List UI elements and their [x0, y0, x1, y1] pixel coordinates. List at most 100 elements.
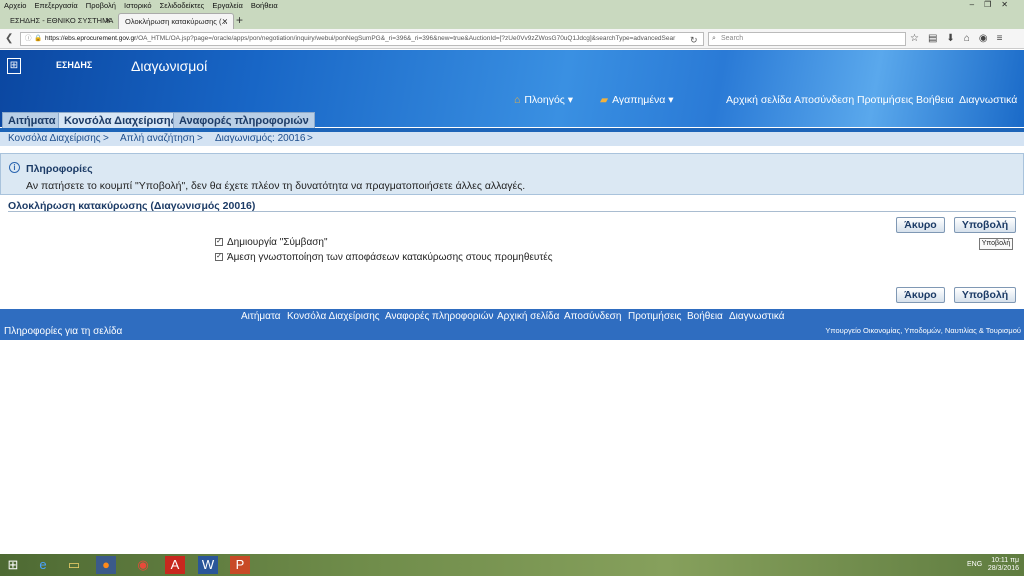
brand-name: ΕΣΗΔΗΣ: [56, 60, 93, 70]
reload-icon[interactable]: ↻: [690, 32, 698, 48]
breadcrumb-management-console[interactable]: Κονσόλα Διαχείρισης: [8, 132, 101, 146]
footer-link-console[interactable]: Κονσόλα Διαχείρισης: [287, 311, 380, 322]
folder-star-icon: ▰: [600, 94, 609, 106]
breadcrumb-separator: >: [307, 133, 313, 144]
footer-link-diagnostics[interactable]: Διαγνωστικά: [729, 311, 785, 322]
language-indicator[interactable]: ENG: [967, 561, 982, 568]
favorites-label: Αγαπημένα: [612, 94, 666, 106]
title-divider: [8, 211, 1016, 212]
new-tab-icon[interactable]: +: [236, 13, 243, 27]
global-link-diagnostics[interactable]: Διαγνωστικά: [959, 94, 1017, 106]
menu-file[interactable]: Αρχείο: [4, 1, 26, 10]
chevron-down-icon: ▾: [668, 94, 674, 106]
windows-start-icon[interactable]: ⊞: [3, 556, 23, 574]
info-icon[interactable]: ⓘ: [25, 33, 32, 45]
breadcrumb-tender[interactable]: Διαγωνισμός: 20016: [215, 132, 305, 146]
global-link-help[interactable]: Βοήθεια: [916, 94, 954, 106]
clock-time: 10:11 πμ: [991, 557, 1019, 564]
page-footer: Αιτήματα Κονσόλα Διαχείρισης Αναφορές πλ…: [0, 309, 1024, 340]
windows-taskbar: ⊞ e ▭ ● ◉ A W P 10:11 πμ 28/3/2016: [0, 554, 1024, 576]
close-tab-icon[interactable]: ✕: [105, 13, 111, 29]
footer-link-home[interactable]: Αρχική σελίδα: [497, 311, 559, 322]
notify-suppliers-checkbox[interactable]: ✓: [215, 253, 223, 261]
chrome-icon[interactable]: ◉: [133, 556, 153, 574]
search-placeholder: Search: [721, 35, 744, 42]
browser-menubar: Αρχείο Επεξεργασία Προβολή Ιστορικό Σελι…: [0, 0, 1024, 11]
bookmark-star-icon[interactable]: ☆: [910, 33, 928, 44]
create-contract-checkbox[interactable]: ✓: [215, 238, 223, 246]
window-controls: –❐✕: [970, 0, 1018, 9]
submit-button-bottom[interactable]: Υποβολή: [954, 287, 1016, 303]
browser-toolbar-icons: ☆▤⬇⌂◉≡: [910, 32, 1011, 46]
app-title: Διαγωνισμοί: [131, 58, 208, 74]
acrobat-icon[interactable]: A: [165, 556, 185, 574]
submit-button-top[interactable]: Υποβολή: [954, 217, 1016, 233]
create-contract-label: Δημιουργία "Σύμβαση": [227, 237, 328, 248]
navigator-label: Πλοηγός: [524, 94, 565, 106]
notify-suppliers-label: Άμεση γνωστοποίηση των αποφάσεων κατακύρ…: [227, 252, 553, 263]
search-icon: ⌕: [712, 35, 716, 42]
footer-link-requests[interactable]: Αιτήματα: [241, 311, 281, 322]
powerpoint-icon[interactable]: P: [230, 556, 250, 574]
back-icon[interactable]: ❮: [5, 31, 13, 47]
word-icon[interactable]: W: [198, 556, 218, 574]
url-domain: https://ebs.eprocurement.gov.gr: [45, 35, 137, 42]
breadcrumb-separator: >: [197, 133, 203, 144]
firefox-icon[interactable]: ●: [96, 556, 116, 574]
submit-tooltip: Υποβολή: [979, 238, 1013, 250]
footer-link-reports[interactable]: Αναφορές πληροφοριών: [385, 311, 494, 322]
menu-bookmarks[interactable]: Σελιδοδείκτες: [160, 1, 205, 10]
house-icon: ⌂: [514, 94, 521, 106]
menu-edit[interactable]: Επεξεργασία: [34, 1, 77, 10]
browser-navbar: ❮ ⓘ 🔒 https://ebs.eprocurement.gov.gr/OA…: [0, 29, 1024, 49]
breadcrumb: Κονσόλα Διαχείρισης > Απλή αναζήτηση > Δ…: [0, 132, 1024, 146]
browser-tabbar: ΕΣΗΔΗΣ - ΕΘΝΙΚΟ ΣΥΣΤΗΜΑ ... ✕ Ολοκλήρωση…: [0, 11, 1024, 41]
hamburger-menu-icon[interactable]: ≡: [997, 33, 1012, 44]
menu-tools[interactable]: Εργαλεία: [212, 1, 242, 10]
tab-information-reports[interactable]: Αναφορές πληροφοριών: [173, 112, 315, 129]
chevron-down-icon: ▾: [567, 94, 574, 106]
info-message-box: i Πληροφορίες Αν πατήσετε το κουμπί "Υπο…: [0, 153, 1024, 195]
home-icon[interactable]: ⌂: [964, 33, 979, 44]
page-info-link[interactable]: Πληροφορίες για τη σελίδα: [4, 326, 122, 337]
system-clock[interactable]: 10:11 πμ 28/3/2016: [988, 557, 1019, 573]
menu-history[interactable]: Ιστορικό: [124, 1, 152, 10]
browser-tab-award-completion[interactable]: Ολοκλήρωση κατακύρωσης (... ✕: [118, 13, 234, 29]
navigator-menu[interactable]: ⌂ Πλοηγός ▾: [514, 94, 573, 106]
footer-link-logout[interactable]: Αποσύνδεση: [564, 311, 621, 322]
download-icon[interactable]: ⬇: [946, 33, 963, 44]
logo-icon: ⊞: [7, 58, 21, 74]
lock-icon: 🔒: [34, 35, 43, 42]
browser-tab-esidis[interactable]: ΕΣΗΔΗΣ - ΕΘΝΙΚΟ ΣΥΣΤΗΜΑ ... ✕: [4, 13, 116, 41]
pocket-icon[interactable]: ◉: [979, 33, 997, 44]
global-link-home[interactable]: Αρχική σελίδα: [726, 94, 792, 106]
cancel-button-top[interactable]: Άκυρο: [896, 217, 945, 233]
menu-help[interactable]: Βοήθεια: [251, 1, 278, 10]
close-window-icon[interactable]: ✕: [1001, 0, 1018, 9]
ie-icon[interactable]: e: [33, 556, 53, 574]
breadcrumb-simple-search[interactable]: Απλή αναζήτηση: [120, 132, 195, 146]
info-title: Πληροφορίες: [26, 163, 93, 175]
footer-link-help[interactable]: Βοήθεια: [687, 311, 723, 322]
search-input[interactable]: ⌕ Search: [708, 32, 906, 46]
footer-link-preferences[interactable]: Προτιμήσεις: [628, 311, 682, 322]
tab-requests[interactable]: Αιτήματα: [2, 112, 62, 129]
tab-title: Ολοκλήρωση κατακύρωσης (...: [125, 17, 228, 26]
clock-date: 28/3/2016: [987, 565, 1019, 572]
ministry-text: Υπουργείο Οικονομίας, Υποδομών, Ναυτιλία…: [825, 326, 1021, 335]
minimize-icon[interactable]: –: [970, 0, 984, 9]
url-path: /OA_HTML/OA.jsp?page=/oracle/apps/pon/ne…: [136, 35, 676, 42]
info-icon: i: [9, 162, 20, 173]
maximize-icon[interactable]: ❐: [984, 0, 1001, 9]
tab-management-console[interactable]: Κονσόλα Διαχείρισης: [58, 112, 183, 129]
global-link-preferences[interactable]: Προτιμήσεις: [857, 94, 913, 106]
info-message: Αν πατήσετε το κουμπί "Υποβολή", δεν θα …: [26, 180, 526, 192]
close-tab-icon[interactable]: ✕: [222, 14, 228, 30]
explorer-icon[interactable]: ▭: [64, 556, 84, 574]
url-bar[interactable]: ⓘ 🔒 https://ebs.eprocurement.gov.gr/OA_H…: [20, 32, 704, 46]
global-link-logout[interactable]: Αποσύνδεση: [794, 94, 854, 106]
favorites-menu[interactable]: ▰ Αγαπημένα ▾: [600, 94, 674, 106]
cancel-button-bottom[interactable]: Άκυρο: [896, 287, 945, 303]
menu-view[interactable]: Προβολή: [86, 1, 116, 10]
reading-list-icon[interactable]: ▤: [928, 33, 946, 44]
